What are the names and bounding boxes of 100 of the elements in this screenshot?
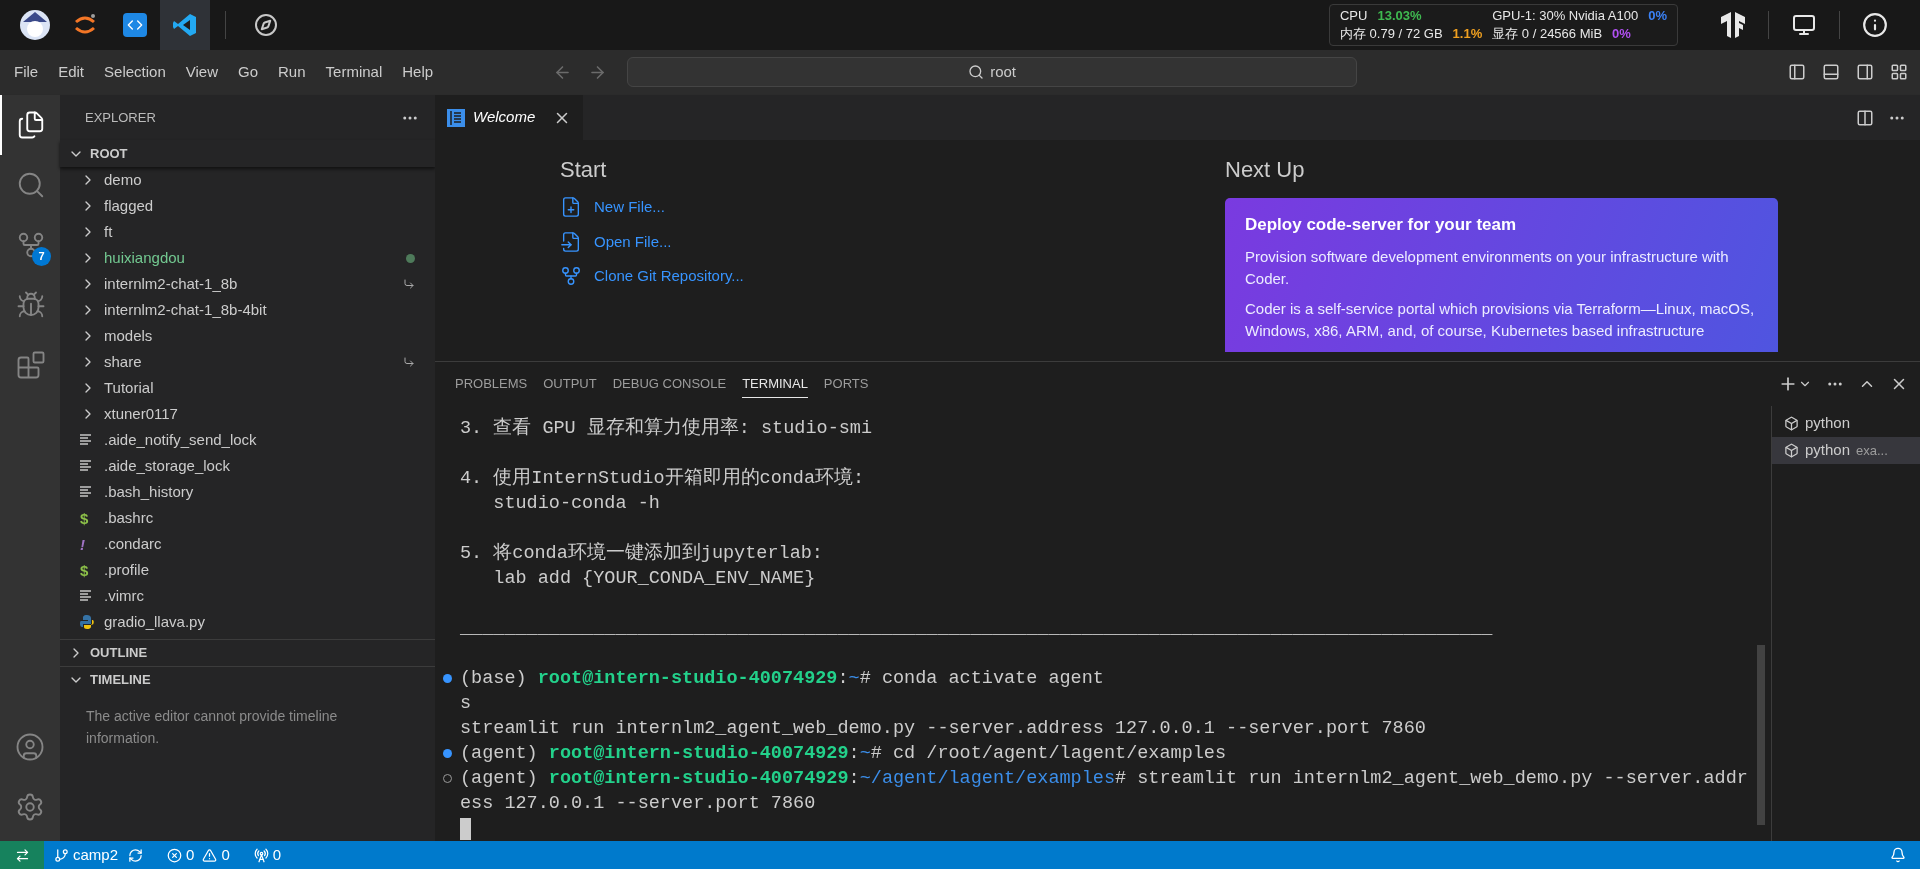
tree-item[interactable]: models [60, 323, 435, 349]
problems-status[interactable]: 0 0 [163, 843, 234, 867]
file-name: gradio_llava.py [104, 611, 206, 632]
notification-badge: 7 [32, 247, 51, 266]
terminal-list-item[interactable]: python exa... [1772, 437, 1920, 464]
menu-item[interactable]: Selection [94, 56, 176, 88]
customize-layout-icon[interactable] [1890, 63, 1908, 81]
panel-tab[interactable]: PROBLEMS [455, 370, 528, 398]
panel-tab[interactable]: TERMINAL [742, 370, 808, 398]
terminal-detail: exa... [1856, 441, 1888, 460]
welcome-page-icon [447, 108, 465, 127]
mascot-icon [18, 8, 52, 42]
tree-item[interactable]: internlm2-chat-1_8b [60, 271, 435, 297]
account-icon [15, 732, 45, 762]
tree-item[interactable]: .aide_storage_lock [60, 453, 435, 479]
card-title: Deploy code-server for your team [1245, 214, 1518, 236]
scrollbar-thumb[interactable] [1757, 645, 1765, 825]
tree-item[interactable]: $ .bashrc [60, 505, 435, 531]
tree-item[interactable]: internlm2-chat-1_8b-4bit [60, 297, 435, 323]
monitor-value: 0% [1612, 25, 1631, 43]
tree-item[interactable]: xtuner0117 [60, 401, 435, 427]
tree-item[interactable]: flagged [60, 193, 435, 219]
settings-icon [15, 792, 45, 822]
open-file-icon [560, 230, 582, 253]
section-header[interactable]: OUTLINE [60, 639, 435, 666]
section-heading: Start [560, 156, 608, 184]
tree-item[interactable]: .bash_history [60, 479, 435, 505]
python-icon [80, 615, 94, 629]
card-text: Provision software development environments on your infrastructure with Coder. [1245, 246, 1730, 289]
monitor-value: 0% [1648, 7, 1667, 25]
file-name: Tutorial [104, 377, 155, 398]
start-link[interactable]: Clone Git Repository... [560, 265, 1225, 288]
section-header[interactable]: ROOT [60, 140, 435, 167]
code-editor-icon [172, 12, 198, 38]
start-link[interactable]: Open File... [560, 230, 1225, 253]
monitor-value: 13.03% [1377, 7, 1422, 25]
activity-bar-item[interactable]: 7 [0, 215, 60, 275]
tree-item[interactable]: gradio_llava.py [60, 609, 435, 635]
run-debug-icon [16, 290, 46, 320]
tree-item[interactable]: ft [60, 219, 435, 245]
dollar-icon: $ [80, 510, 92, 526]
toggle-secondary-sidebar-icon[interactable] [1856, 63, 1874, 81]
cube-icon [1784, 416, 1799, 431]
file-name: .vimrc [104, 585, 145, 606]
terminal-cursor [460, 817, 471, 840]
terminal-line: s [460, 693, 472, 714]
info-icon[interactable] [1862, 12, 1888, 38]
terminal-prompt-line: (base) root@intern-studio-40074929:~# conda activate agent [460, 667, 1104, 691]
terminal-list-item[interactable]: python [1772, 410, 1920, 437]
toggle-sidebar-icon[interactable] [1788, 63, 1806, 81]
section-header[interactable]: TIMELINE [60, 666, 435, 693]
remote-indicator[interactable] [0, 841, 44, 869]
editor-tab[interactable]: Welcome [435, 95, 584, 140]
menu-item[interactable]: Help [392, 56, 444, 88]
split-editor-icon[interactable] [1856, 108, 1874, 127]
branch-icon [54, 847, 69, 863]
toggle-panel-icon[interactable] [1822, 63, 1840, 81]
file-name: internlm2-chat-1_8b-4bit [104, 299, 268, 320]
promo-card[interactable] [1225, 198, 1778, 352]
compass-icon [254, 13, 278, 37]
tree-item[interactable]: $ .profile [60, 557, 435, 583]
tree-item[interactable]: Tutorial [60, 375, 435, 401]
monitor-label: 显存 0 / 24566 MiB [1492, 25, 1603, 43]
tree-item[interactable]: ! .condarc [60, 531, 435, 557]
panel-tab[interactable]: DEBUG CONSOLE [612, 370, 727, 398]
menu-item[interactable]: Terminal [315, 56, 393, 88]
card-text: Coder is a self-service portal which provisions via Terraform—Linux, macOS, Windows, x86, ARM, and, of course, Kubernetes based infrastructure [1245, 298, 1756, 341]
ports-status[interactable]: 0 [249, 843, 286, 867]
tree-item[interactable]: .vimrc [60, 583, 435, 609]
command-center[interactable]: root [627, 57, 1358, 87]
code-icon [123, 13, 147, 37]
monitor-label: CPU [1340, 7, 1368, 25]
file-name: demo [104, 169, 143, 190]
file-name: models [104, 325, 154, 346]
dollar-icon: $ [80, 562, 92, 578]
menu-item[interactable]: Run [268, 56, 316, 88]
files-icon [16, 110, 46, 140]
branch-status[interactable]: camp2 [50, 843, 148, 867]
file-name: xtuner0117 [104, 403, 179, 424]
start-link[interactable]: New File... [560, 196, 1225, 219]
tree-item[interactable]: .aide_notify_send_lock [60, 427, 435, 453]
monitor-label: 内存 0.79 / 72 GB [1340, 25, 1443, 43]
tree-item[interactable]: huixiangdou [60, 245, 435, 271]
terminal-line: streamlit run internlm2_agent_web_demo.py --server.address 127.0.0.1 --server.port 7860 [460, 718, 1426, 739]
panel-tab[interactable]: OUTPUT [543, 370, 597, 398]
notifications-icon[interactable] [1890, 847, 1906, 863]
monitor-icon[interactable] [1792, 13, 1816, 37]
file-name: internlm2-chat-1_8b [104, 273, 239, 294]
terminal-line: studio-conda -h [492, 493, 660, 514]
menu-item[interactable]: Go [228, 56, 268, 88]
error-icon [167, 847, 183, 863]
menu-item[interactable]: Edit [48, 56, 95, 88]
tree-item[interactable]: demo [60, 167, 435, 193]
menu-item[interactable]: File [4, 56, 49, 88]
tree-item[interactable]: share [60, 349, 435, 375]
menu-item[interactable]: View [175, 56, 228, 88]
file-name: flagged [104, 195, 155, 216]
remote-icon [14, 847, 30, 863]
branch-icon [560, 265, 582, 288]
panel-tab[interactable]: PORTS [823, 370, 869, 398]
